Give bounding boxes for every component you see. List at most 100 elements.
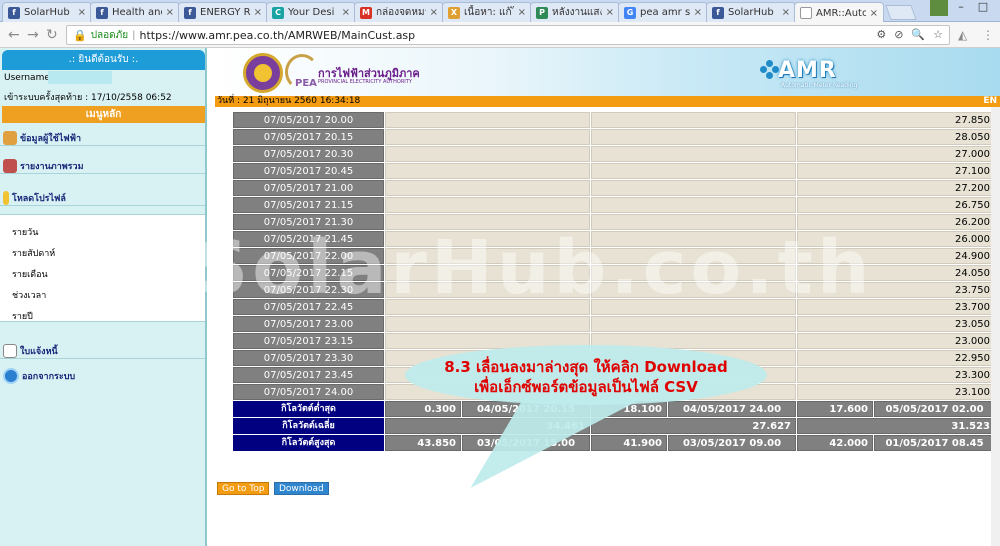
browser-tab[interactable]: f ENERGY R × <box>178 2 268 22</box>
submenu-daily[interactable]: รายวัน <box>12 225 38 239</box>
time-cell: 07/05/2017 20.00 <box>233 112 384 128</box>
no-entry-icon[interactable]: ⊘ <box>894 28 903 41</box>
summary-value: 42.000 <box>797 435 873 451</box>
summary-label: กิโลวัตต์ต่ำสุด <box>233 401 384 417</box>
close-icon[interactable]: × <box>518 7 526 18</box>
table-row: 07/05/2017 21.45 26.000 <box>233 231 995 248</box>
amr-dots-logo <box>760 60 779 79</box>
browser-tab-strip: f SolarHub × f Health and × f ENERGY R × C Your De… <box>0 0 1000 23</box>
browser-tab[interactable]: X เนื้อหา: แก้ไข × <box>442 2 532 22</box>
summary-value: 0.300 <box>385 401 461 417</box>
close-icon[interactable]: × <box>430 7 438 18</box>
submenu-monthly[interactable]: รายเดือน <box>12 267 48 281</box>
value-cell: 23.100 <box>797 384 995 400</box>
time-cell: 07/05/2017 23.00 <box>233 316 384 332</box>
value-cell: 27.100 <box>797 163 995 179</box>
empty-cell <box>591 299 796 315</box>
profile-icon <box>3 191 9 205</box>
browser-tab[interactable]: f Health and × <box>90 2 180 22</box>
table-row: 07/05/2017 21.00 27.200 <box>233 180 995 197</box>
browser-tab[interactable]: f SolarHub × <box>706 2 796 22</box>
time-cell: 07/05/2017 24.00 <box>233 384 384 400</box>
value-cell: 23.050 <box>797 316 995 332</box>
reload-icon[interactable]: ↻ <box>46 27 58 43</box>
new-tab-button[interactable] <box>885 5 917 20</box>
extension-icon[interactable]: ⚙ <box>876 28 886 41</box>
go-to-top-button[interactable]: Go to Top <box>217 482 270 495</box>
empty-cell <box>385 146 590 162</box>
download-button[interactable]: Download <box>274 482 329 495</box>
summary-value: 17.600 <box>797 401 873 417</box>
close-icon[interactable]: × <box>166 7 174 18</box>
sidebar-item-bill[interactable]: ใบแจ้งหนี้ <box>0 334 205 359</box>
tab-favicon: M <box>360 6 372 19</box>
value-cell: 23.700 <box>797 299 995 315</box>
close-icon[interactable]: × <box>870 8 878 19</box>
empty-cell <box>385 129 590 145</box>
sidebar-item-logout[interactable]: ออกจากระบบ <box>0 364 205 388</box>
back-icon[interactable]: ← <box>8 27 20 43</box>
browser-tab[interactable]: P หลังงานแสง × <box>530 2 620 22</box>
empty-cell <box>591 129 796 145</box>
value-cell: 24.050 <box>797 265 995 281</box>
pea-short-text: PEA <box>295 78 317 89</box>
sidebar-item-customer-info[interactable]: ข้อมูลผู้ใช้ไฟฟ้า <box>0 124 205 146</box>
empty-cell <box>385 248 590 264</box>
document-icon <box>3 344 17 358</box>
url-text[interactable]: https://www.amr.pea.co.th/AMRWEB/MainCus… <box>140 29 416 42</box>
table-row: 07/05/2017 23.00 23.050 <box>233 316 995 333</box>
summary-label: กิโลวัตต์เฉลี่ย <box>233 418 384 434</box>
tab-title: SolarHub <box>24 7 70 18</box>
language-toggle[interactable]: EN <box>983 96 997 107</box>
empty-cell <box>385 265 590 281</box>
tab-favicon: f <box>184 6 196 19</box>
bookmark-star-icon[interactable]: ☆ <box>933 28 943 41</box>
value-cell: 27.000 <box>797 146 995 162</box>
table-row: 07/05/2017 20.45 27.100 <box>233 163 995 180</box>
browser-tab[interactable]: f SolarHub × <box>2 2 92 22</box>
drive-icon[interactable]: ◭ <box>958 28 967 42</box>
main-menu-header: เมนูหลัก <box>2 106 205 123</box>
browser-tab[interactable]: AMR::Auto × <box>794 2 884 23</box>
secure-label: ปลอดภัย <box>90 29 129 41</box>
close-icon[interactable]: × <box>254 7 262 18</box>
time-cell: 07/05/2017 21.15 <box>233 197 384 213</box>
lock-icon: 🔒 <box>73 28 87 42</box>
address-bar[interactable]: 🔒 ปลอดภัย | https://www.amr.pea.co.th/AM… <box>66 25 950 45</box>
browser-tab[interactable]: C Your Desi × <box>266 2 356 22</box>
empty-cell <box>591 180 796 196</box>
table-row: 07/05/2017 22.30 23.750 <box>233 282 995 299</box>
close-icon[interactable]: × <box>606 7 614 18</box>
empty-cell <box>385 180 590 196</box>
close-icon[interactable]: × <box>78 7 86 18</box>
zoom-icon[interactable]: 🔍 <box>911 28 925 41</box>
sidebar-item-load-profile[interactable]: โหลดโปรไฟล์ <box>0 175 205 206</box>
value-cell: 26.750 <box>797 197 995 213</box>
browser-tab[interactable]: Gpea amr s × <box>618 2 708 22</box>
minimize-icon[interactable]: – <box>950 0 972 16</box>
empty-cell <box>591 197 796 213</box>
pea-seal-logo <box>243 53 283 93</box>
power-icon <box>3 368 19 384</box>
empty-cell <box>385 282 590 298</box>
menu-icon[interactable]: ⋮ <box>982 28 994 42</box>
submenu-yearly[interactable]: รายปี <box>12 309 33 323</box>
tab-title: Your Desi <box>288 7 335 18</box>
date-bar: วันที่ : 21 มิถุนายน 2560 16:34:18 EN <box>215 96 1000 107</box>
submenu-period[interactable]: ช่วงเวลา <box>12 288 46 302</box>
close-icon[interactable]: × <box>342 7 350 18</box>
table-row: 07/05/2017 22.45 23.700 <box>233 299 995 316</box>
tab-title: Health and <box>112 7 162 18</box>
users-icon <box>3 131 17 145</box>
scrollbar[interactable] <box>991 107 1000 546</box>
submenu-weekly[interactable]: รายสัปดาห์ <box>12 246 55 260</box>
sidebar-item-overview-report[interactable]: รายงานภาพรวม <box>0 147 205 174</box>
forward-icon[interactable]: → <box>27 27 39 43</box>
maximize-icon[interactable]: □ <box>972 0 994 16</box>
profile-icon[interactable] <box>930 0 948 16</box>
value-cell: 23.300 <box>797 367 995 383</box>
browser-tab[interactable]: M กล่องจดหมา × <box>354 2 444 22</box>
close-icon[interactable]: × <box>694 7 702 18</box>
time-cell: 07/05/2017 23.45 <box>233 367 384 383</box>
close-icon[interactable]: × <box>782 7 790 18</box>
